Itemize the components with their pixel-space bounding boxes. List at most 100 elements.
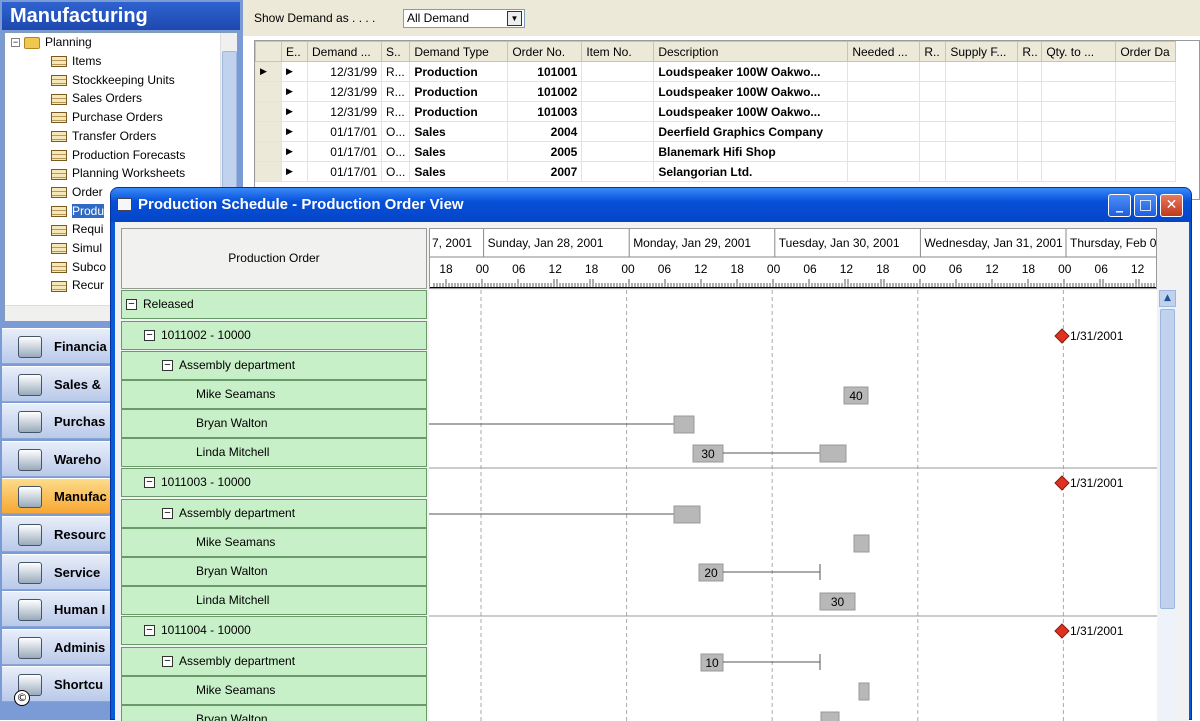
collapse-icon[interactable]: −	[162, 508, 173, 520]
order-no-cell[interactable]: 2007	[507, 161, 583, 182]
schedule-row[interactable]: Mike Seamans	[121, 676, 427, 705]
row-selector[interactable]	[255, 161, 282, 182]
expand-arrow-icon[interactable]: ▶	[281, 161, 308, 182]
status-cell[interactable]: O...	[380, 161, 411, 182]
schedule-row[interactable]: −1011003 - 10000	[121, 468, 427, 497]
production-order-column-header[interactable]: Production Order	[121, 228, 427, 289]
schedule-row[interactable]: − Assembly department	[121, 647, 427, 676]
tree-item[interactable]: Subco	[51, 258, 106, 277]
milestone-marker[interactable]	[1054, 328, 1070, 344]
collapse-icon[interactable]: −	[144, 330, 155, 342]
milestone-marker[interactable]	[1054, 623, 1070, 639]
needed-cell[interactable]	[847, 81, 921, 102]
tree-item[interactable]: Recur	[51, 276, 104, 295]
expand-arrow-icon[interactable]: ▶	[281, 121, 308, 142]
order-date-cell[interactable]	[1115, 81, 1177, 102]
demand-type-cell[interactable]: Production	[409, 101, 509, 122]
order-date-cell[interactable]	[1115, 161, 1177, 182]
row-selector[interactable]: ▶	[255, 61, 282, 82]
gantt-area[interactable]: 1/31/2001 1/31/2001 1/31/2001 40 30 20 30 10	[429, 290, 1157, 721]
expand-arrow-icon[interactable]: ▶	[281, 61, 308, 82]
column-header[interactable]: Qty. to ...	[1041, 41, 1117, 62]
tree-item[interactable]: Transfer Orders	[51, 127, 156, 146]
schedule-row[interactable]: Linda Mitchell	[121, 586, 427, 615]
expand-arrow-icon[interactable]: ▶	[281, 141, 308, 162]
schedule-row[interactable]: − Assembly department	[121, 351, 427, 380]
minimize-button[interactable]: _	[1108, 194, 1131, 217]
order-no-cell[interactable]: 101001	[507, 61, 583, 82]
tree-node-planning[interactable]: − Planning	[11, 33, 92, 52]
task-bar[interactable]	[819, 444, 847, 463]
schedule-row[interactable]: − Assembly department	[121, 499, 427, 528]
task-bar[interactable]	[858, 682, 870, 701]
item-no-cell[interactable]	[581, 101, 655, 122]
demand-date-cell[interactable]: 12/31/99	[307, 101, 382, 122]
collapse-icon[interactable]: −	[144, 477, 155, 489]
cell[interactable]	[919, 121, 947, 142]
demand-date-cell[interactable]: 01/17/01	[307, 161, 382, 182]
tree-item[interactable]: Purchase Orders	[51, 108, 163, 127]
description-cell[interactable]: Loudspeaker 100W Oakwo...	[653, 81, 849, 102]
qty-cell[interactable]	[1041, 141, 1117, 162]
demand-type-cell[interactable]: Sales	[409, 141, 509, 162]
qty-cell[interactable]	[1041, 121, 1117, 142]
cell[interactable]	[1017, 61, 1043, 82]
expand-arrow-icon[interactable]: ▶	[281, 81, 308, 102]
qty-cell[interactable]	[1041, 61, 1117, 82]
scrollbar-thumb[interactable]	[1160, 309, 1175, 609]
demand-date-cell[interactable]: 01/17/01	[307, 121, 382, 142]
task-bar[interactable]	[673, 415, 695, 434]
qty-cell[interactable]	[1041, 81, 1117, 102]
description-cell[interactable]: Blanemark Hifi Shop	[653, 141, 849, 162]
order-no-cell[interactable]: 2005	[507, 141, 583, 162]
order-no-cell[interactable]: 101002	[507, 81, 583, 102]
column-header[interactable]: Order No.	[507, 41, 583, 62]
qty-cell[interactable]	[1041, 101, 1117, 122]
column-header[interactable]: E..	[281, 41, 308, 62]
window-titlebar[interactable]: Production Schedule - Production Order V…	[111, 188, 1191, 222]
schedule-row[interactable]: Bryan Walton	[121, 705, 427, 721]
supply-cell[interactable]	[945, 121, 1019, 142]
demand-type-cell[interactable]: Sales	[409, 121, 509, 142]
status-cell[interactable]: R...	[380, 81, 411, 102]
collapse-icon[interactable]: −	[162, 360, 173, 372]
maximize-button[interactable]: □	[1134, 194, 1157, 217]
table-row[interactable]: ▶ 12/31/99 R... Production 101003 Loudspeaker…	[255, 101, 1177, 122]
scroll-up-icon[interactable]: ▲	[1159, 290, 1176, 307]
row-selector[interactable]	[255, 141, 282, 162]
demand-date-cell[interactable]: 12/31/99	[307, 81, 382, 102]
schedule-row[interactable]: −1011002 - 10000	[121, 321, 427, 350]
order-date-cell[interactable]	[1115, 61, 1177, 82]
tree-item[interactable]: Production Forecasts	[51, 146, 185, 165]
row-selector[interactable]	[255, 101, 282, 122]
show-demand-dropdown[interactable]: All Demand ▼	[403, 9, 525, 28]
cell[interactable]	[919, 161, 947, 182]
needed-cell[interactable]	[847, 61, 921, 82]
row-selector[interactable]	[255, 121, 282, 142]
tree-item[interactable]: Simul	[51, 239, 102, 258]
description-cell[interactable]: Loudspeaker 100W Oakwo...	[653, 101, 849, 122]
expand-arrow-icon[interactable]: ▶	[281, 101, 308, 122]
column-header[interactable]: Needed ...	[847, 41, 921, 62]
item-no-cell[interactable]	[581, 141, 655, 162]
schedule-row[interactable]: −1011004 - 10000	[121, 616, 427, 645]
demand-type-cell[interactable]: Production	[409, 81, 509, 102]
description-cell[interactable]: Selangorian Ltd.	[653, 161, 849, 182]
table-row[interactable]: ▶ 01/17/01 O... Sales 2004 Deerfield Graphics…	[255, 121, 1177, 142]
cell[interactable]	[919, 81, 947, 102]
status-cell[interactable]: R...	[380, 101, 411, 122]
schedule-row[interactable]: Mike Seamans	[121, 380, 427, 409]
order-date-cell[interactable]	[1115, 121, 1177, 142]
cell[interactable]	[919, 61, 947, 82]
qty-cell[interactable]	[1041, 161, 1117, 182]
tree-item[interactable]: Sales Orders	[51, 89, 142, 108]
table-row[interactable]: ▶ ▶ 12/31/99 R... Production 101001 Loudspeake…	[255, 61, 1177, 82]
table-row[interactable]: ▶ 01/17/01 O... Sales 2007 Selangorian Ltd.	[255, 161, 1177, 182]
milestone-marker[interactable]	[1054, 475, 1070, 491]
collapse-icon[interactable]: −	[144, 625, 155, 637]
demand-date-cell[interactable]: 01/17/01	[307, 141, 382, 162]
schedule-row[interactable]: − Released	[121, 290, 427, 319]
order-no-cell[interactable]: 101003	[507, 101, 583, 122]
order-no-cell[interactable]: 2004	[507, 121, 583, 142]
cell[interactable]	[919, 101, 947, 122]
